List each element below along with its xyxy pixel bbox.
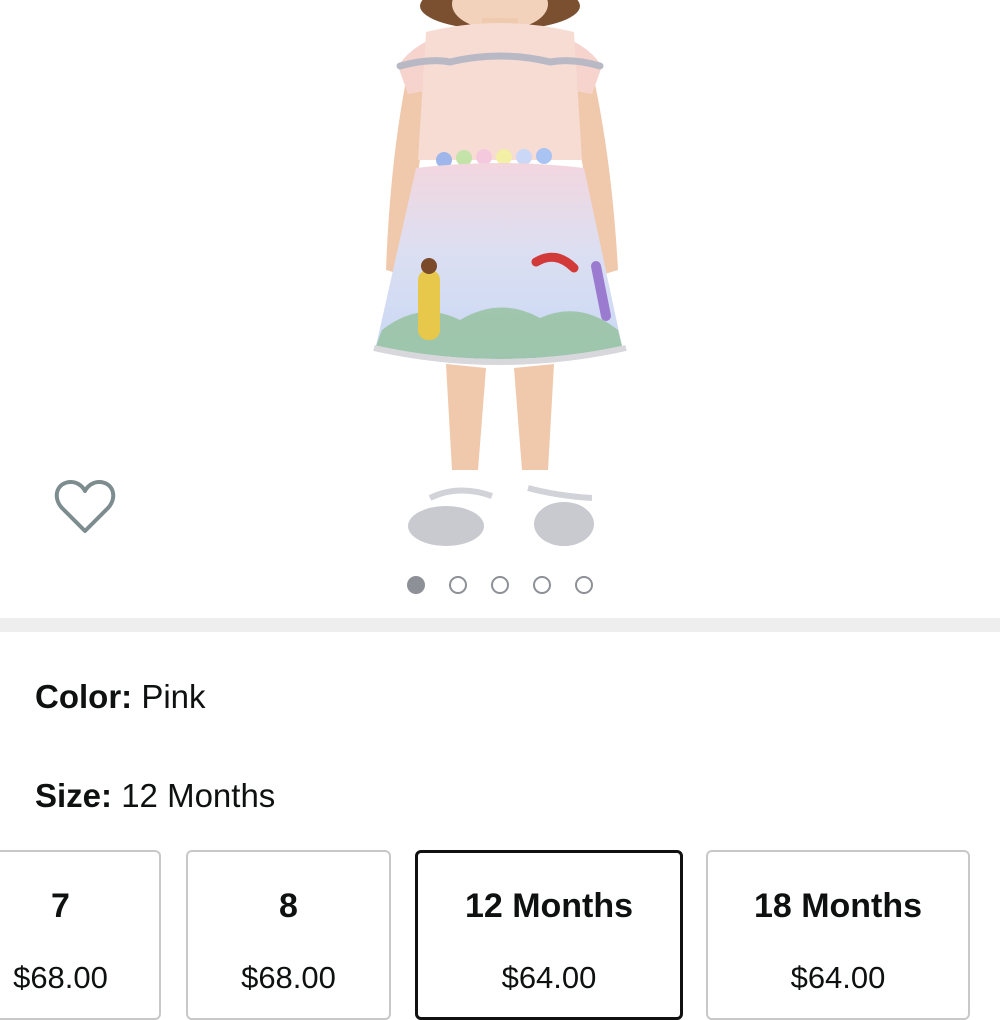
- pagination-dot-5[interactable]: [575, 576, 593, 594]
- color-label-key: Color:: [35, 678, 133, 715]
- heart-icon[interactable]: [54, 478, 116, 536]
- color-label-value: Pink: [141, 678, 206, 715]
- pagination-dot-4[interactable]: [533, 576, 551, 594]
- size-option-8[interactable]: 8 $68.00: [186, 850, 391, 1020]
- size-variation-label: Size: 12 Months: [35, 776, 275, 816]
- size-option-price: $64.00: [501, 960, 597, 995]
- size-label-value: 12 Months: [121, 777, 276, 814]
- size-option-name: 18 Months: [753, 887, 923, 925]
- size-option-18-months[interactable]: 18 Months $64.00: [706, 850, 970, 1020]
- pagination-dot-1[interactable]: [407, 576, 425, 594]
- pagination-dot-3[interactable]: [491, 576, 509, 594]
- pagination-dot-2[interactable]: [449, 576, 467, 594]
- size-option-12-months[interactable]: 12 Months $64.00: [415, 850, 683, 1020]
- product-image-gallery[interactable]: [0, 0, 1000, 618]
- size-label-key: Size:: [35, 777, 113, 814]
- product-image[interactable]: [360, 0, 640, 560]
- size-option-price: $68.00: [241, 960, 336, 995]
- size-option-name: 12 Months: [464, 887, 634, 925]
- size-option-7[interactable]: 7 $68.00: [0, 850, 161, 1020]
- size-option-name: 7: [51, 887, 70, 925]
- image-pagination-dots: [0, 576, 1000, 594]
- size-option-name: 8: [279, 887, 298, 925]
- section-divider: [0, 618, 1000, 632]
- size-option-price: $68.00: [13, 960, 108, 995]
- color-variation-label: Color: Pink: [35, 677, 206, 717]
- size-option-price: $64.00: [790, 960, 886, 995]
